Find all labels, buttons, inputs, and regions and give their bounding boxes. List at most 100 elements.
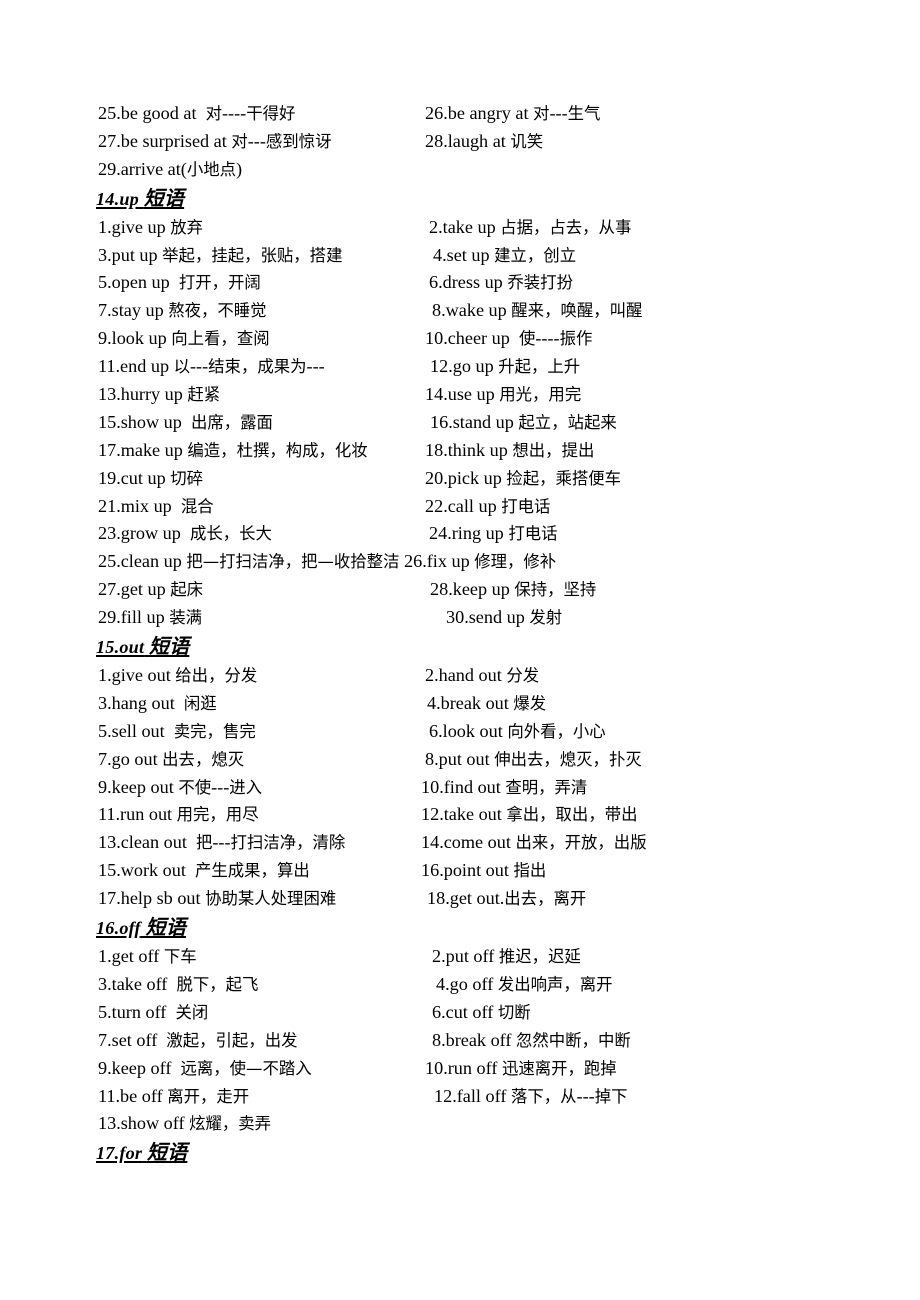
phrase-row: 13.hurry up 赶紧 14.use up 用光，用完 (98, 381, 858, 409)
phrase-entry-left: 11.be off 离开，走开 (98, 1085, 250, 1106)
phrase-entry-right: 2.hand out 分发 (425, 665, 540, 686)
phrase-entry-right: 6.cut off 切断 (432, 1001, 531, 1022)
phrase-row: 27.be surprised at 对---感到惊讶 28.laugh at 讥… (98, 128, 858, 156)
phrase-row: 5.open up 打开，开阔 6.dress up 乔装打扮 (98, 269, 858, 297)
phrase-entry-left: 9.look up 向上看，查阅 (98, 328, 270, 349)
phrase-entry-left: 11.run out 用完，用尽 (98, 804, 259, 825)
section-out: 15.out 短语 1.give out 给出，分发 2.hand out 分发 3.… (96, 632, 858, 913)
phrase-row: 9.look up 向上看，查阅 10.cheer up 使----振作 (98, 325, 858, 353)
phrase-entry-left: 11.end up 以---结束，成果为--- (98, 356, 325, 377)
phrase-row: 3.take off 脱下，起飞 4.go off 发出响声，离开 (98, 971, 858, 999)
phrase-entry-right: 26.be angry at 对---生气 (425, 103, 601, 123)
phrase-entry-right: 18.think up 想出，提出 (425, 439, 595, 460)
phrase-entry-right: 16.point out 指出 (421, 860, 547, 881)
phrase-entry-right: 16.stand up 起立，站起来 (430, 411, 617, 432)
phrase-row: 1.get off 下车 2.put off 推迟，迟延 (98, 943, 858, 971)
section-heading-off: 16.off 短语 (96, 915, 186, 940)
phrase-entry-right: 28.laugh at 讥笑 (425, 130, 544, 151)
phrase-entry-left: 1.give up 放弃 (98, 216, 204, 237)
phrase-entry-right: 18.get out.出去，离开 (427, 888, 587, 909)
phrase-entry-left: 1.get off 下车 (98, 946, 197, 967)
phrase-row: 17.make up 编造，杜撰，构成，化妆 18.think up 想出，提出 (98, 437, 858, 465)
phrase-entry-left: 9.keep out 不使---进入 (98, 776, 263, 797)
phrase-row: 5.turn off 关闭 6.cut off 切断 (98, 999, 858, 1027)
phrase-entry-right: 10.find out 查明，弄清 (421, 776, 588, 797)
phrase-entry-right: 12.fall off 落下，从---掉下 (434, 1085, 628, 1106)
phrase-row: 7.go out 出去，熄灭 8.put out 伸出去，熄灭，扑灭 (98, 746, 858, 774)
section-for: 17.for 短语 (96, 1138, 858, 1167)
phrase-entry-right: 14.use up 用光，用完 (425, 384, 582, 405)
phrase-row: 7.stay up 熬夜，不睡觉 8.wake up 醒来，唤醒，叫醒 (98, 297, 858, 325)
phrase-row: 11.run out 用完，用尽 12.take out 拿出，取出，带出 (98, 801, 858, 829)
phrase-entry-right: 12.go up 升起，上升 (430, 356, 581, 377)
phrase-entry-right: 2.take up 占据，占去，从事 (429, 216, 632, 237)
phrase-entry-right: 6.dress up 乔装打扮 (429, 272, 573, 293)
phrase-entry-left: 29.fill up 装满 (98, 607, 203, 628)
phrase-entry-left: 25.be good at 对----干得好 (98, 103, 296, 123)
section-off: 16.off 短语 1.get off 下车 2.put off 推迟，迟延 3.ta… (96, 913, 858, 1138)
phrase-row: 3.hang out 闲逛 4.break out 爆发 (98, 690, 858, 718)
phrase-row: 23.grow up 成长，长大 24.ring up 打电话 (98, 520, 858, 548)
phrase-entry-left: 7.go out 出去，熄灭 (98, 748, 245, 769)
phrase-entry-left: 5.open up 打开，开阔 (98, 272, 261, 293)
phrase-row: 17.help sb out 协助某人处理困难 18.get out.出去，离开 (98, 885, 858, 913)
phrase-row: 13.show off 炫耀，卖弄 (98, 1110, 858, 1138)
phrase-entry-left: 19.cut up 切碎 (98, 467, 204, 488)
phrase-entry-right: 8.break off 忽然中断，中断 (432, 1029, 631, 1050)
sections-container: 14.up 短语 1.give up 放弃 2.take up 占据，占去，从事 3.… (96, 184, 858, 1168)
phrase-row: 1.give out 给出，分发 2.hand out 分发 (98, 662, 858, 690)
phrase-entry-left: 13.clean out 把---打扫洁净，清除 (98, 832, 346, 853)
phrase-row: 9.keep out 不使---进入 10.find out 查明，弄清 (98, 774, 858, 802)
section-heading-for: 17.for 短语 (96, 1140, 188, 1165)
phrase-row: 15.work out 产生成果，算出 16.point out 指出 (98, 857, 858, 885)
phrase-row: 7.set off 激起，引起，出发 8.break off 忽然中断，中断 (98, 1027, 858, 1055)
section-at-continued: 25.be good at 对----干得好 26.be angry at 对--… (98, 100, 858, 184)
phrase-row: 1.give up 放弃 2.take up 占据，占去，从事 (98, 214, 858, 242)
phrase-entry-right: 20.pick up 捡起，乘搭便车 (425, 467, 622, 488)
phrase-entry-left: 9.keep off 远离，使—不踏入 (98, 1057, 312, 1078)
phrase-entry-right: 4.break out 爆发 (427, 692, 547, 713)
phrase-row: 21.mix up 混合 22.call up 打电话 (98, 493, 858, 521)
phrase-row: 27.get up 起床 28.keep up 保持，坚持 (98, 576, 858, 604)
phrase-entry-left: 27.get up 起床 (98, 579, 204, 600)
phrase-entry-right: 24.ring up 打电话 (429, 523, 558, 544)
phrase-row: 9.keep off 远离，使—不踏入 10.run off 迅速离开，跑掉 (98, 1055, 858, 1083)
phrase-row: 19.cut up 切碎 20.pick up 捡起，乘搭便车 (98, 465, 858, 493)
phrase-entry-left: 3.take off 脱下，起飞 (98, 973, 259, 994)
phrase-row: 25.be good at 对----干得好 26.be angry at 对--… (98, 100, 858, 128)
phrase-entry-right: 6.look out 向外看，小心 (429, 720, 606, 741)
phrase-entry-right: 22.call up 打电话 (425, 495, 551, 516)
phrase-entry-left: 17.make up 编造，杜撰，构成，化妆 (98, 439, 368, 460)
phrase-entry-left: 7.stay up 熬夜，不睡觉 (98, 300, 267, 321)
section-up: 14.up 短语 1.give up 放弃 2.take up 占据，占去，从事 3.… (96, 184, 858, 632)
phrase-entry-right: 10.run off 迅速离开，跑掉 (425, 1057, 617, 1078)
phrase-entry-full: 25.clean up 把—打扫洁净，把—收拾整洁 26.fix up 修理，修… (98, 551, 557, 572)
phrase-entry-right: 2.put off 推迟，迟延 (432, 946, 581, 967)
phrase-entry-full: 13.show off 炫耀，卖弄 (98, 1113, 272, 1134)
phrase-entry-right: 28.keep up 保持，坚持 (430, 579, 597, 600)
phrase-entry-left: 17.help sb out 协助某人处理困难 (98, 888, 337, 909)
phrase-entry-left: 7.set off 激起，引起，出发 (98, 1029, 298, 1050)
phrase-entry-right: 12.take out 拿出，取出，带出 (421, 804, 638, 825)
phrase-entry-left: 27.be surprised at 对---感到惊讶 (98, 130, 332, 151)
phrase-entry-left: 5.sell out 卖完，售完 (98, 720, 256, 741)
phrase-row: 29.arrive at(小地点) (98, 156, 858, 184)
phrase-row: 29.fill up 装满 30.send up 发射 (98, 604, 858, 632)
phrase-entry-right: 8.wake up 醒来，唤醒，叫醒 (432, 300, 643, 321)
phrase-entry-left: 13.hurry up 赶紧 (98, 384, 221, 405)
phrase-row: 11.end up 以---结束，成果为--- 12.go up 升起，上升 (98, 353, 858, 381)
phrase-entry-right: 8.put out 伸出去，熄灭，扑灭 (425, 748, 642, 769)
phrase-entry-left: 3.hang out 闲逛 (98, 692, 217, 713)
phrase-row: 25.clean up 把—打扫洁净，把—收拾整洁 26.fix up 修理，修… (98, 548, 858, 576)
phrase-row: 3.put up 举起，挂起，张贴，搭建 4.set up 建立，创立 (98, 242, 858, 270)
phrase-row: 15.show up 出席，露面 16.stand up 起立，站起来 (98, 409, 858, 437)
document-page: 25.be good at 对----干得好 26.be angry at 对--… (0, 0, 920, 1300)
phrase-entry-right: 10.cheer up 使----振作 (425, 328, 593, 349)
phrase-entry-left: 15.work out 产生成果，算出 (98, 860, 310, 881)
phrase-entry-left: 21.mix up 混合 (98, 495, 214, 516)
phrase-entry-full: 29.arrive at(小地点) (98, 158, 243, 179)
document-content: 25.be good at 对----干得好 26.be angry at 对--… (96, 100, 858, 1168)
section-heading-up: 14.up 短语 (96, 185, 185, 210)
phrase-entry-right: 4.go off 发出响声，离开 (436, 973, 613, 994)
phrase-row: 5.sell out 卖完，售完 6.look out 向外看，小心 (98, 718, 858, 746)
